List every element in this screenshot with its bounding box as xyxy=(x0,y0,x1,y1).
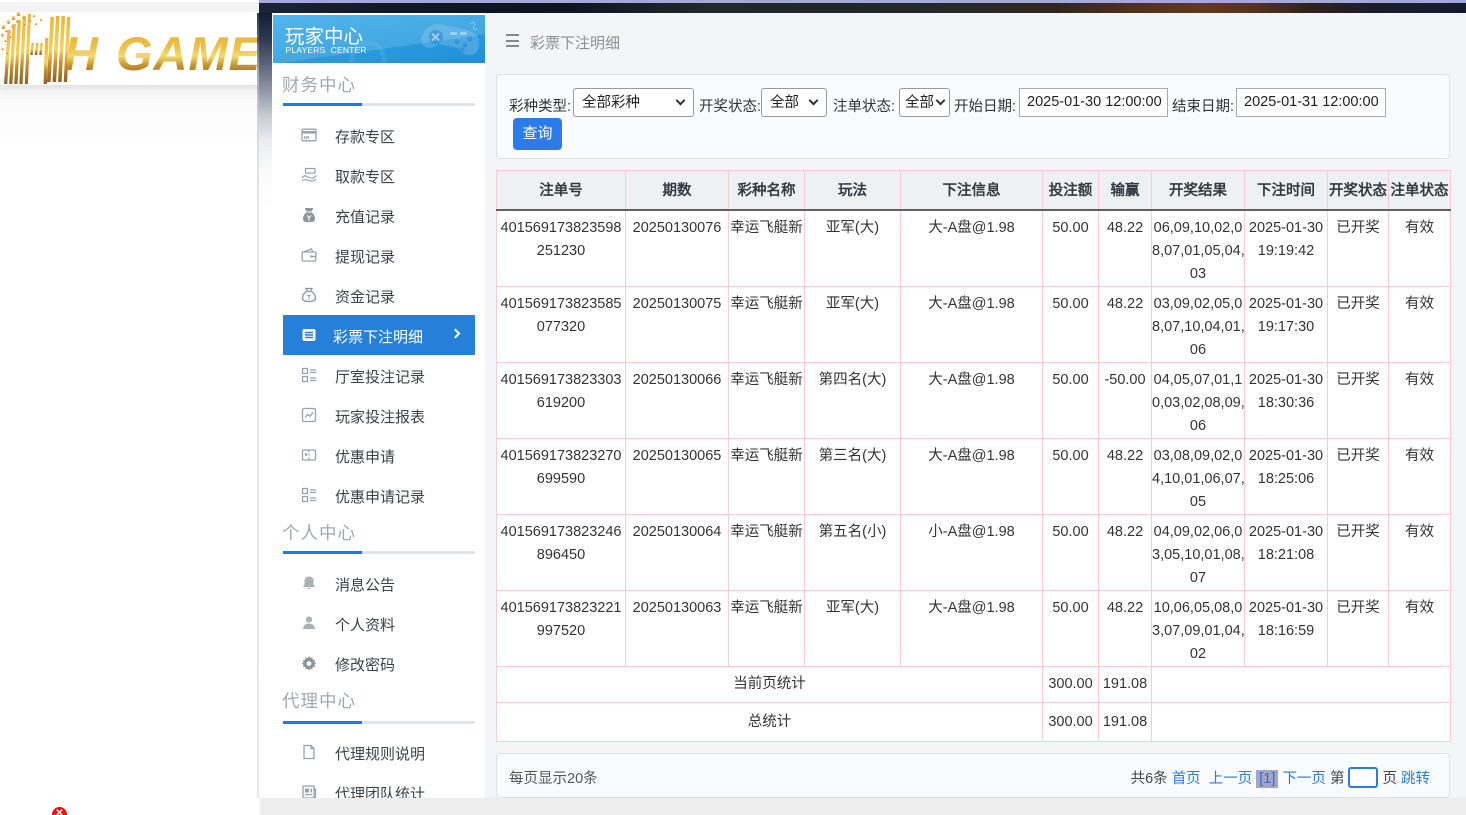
svg-text:H GAME: H GAME xyxy=(64,27,259,80)
